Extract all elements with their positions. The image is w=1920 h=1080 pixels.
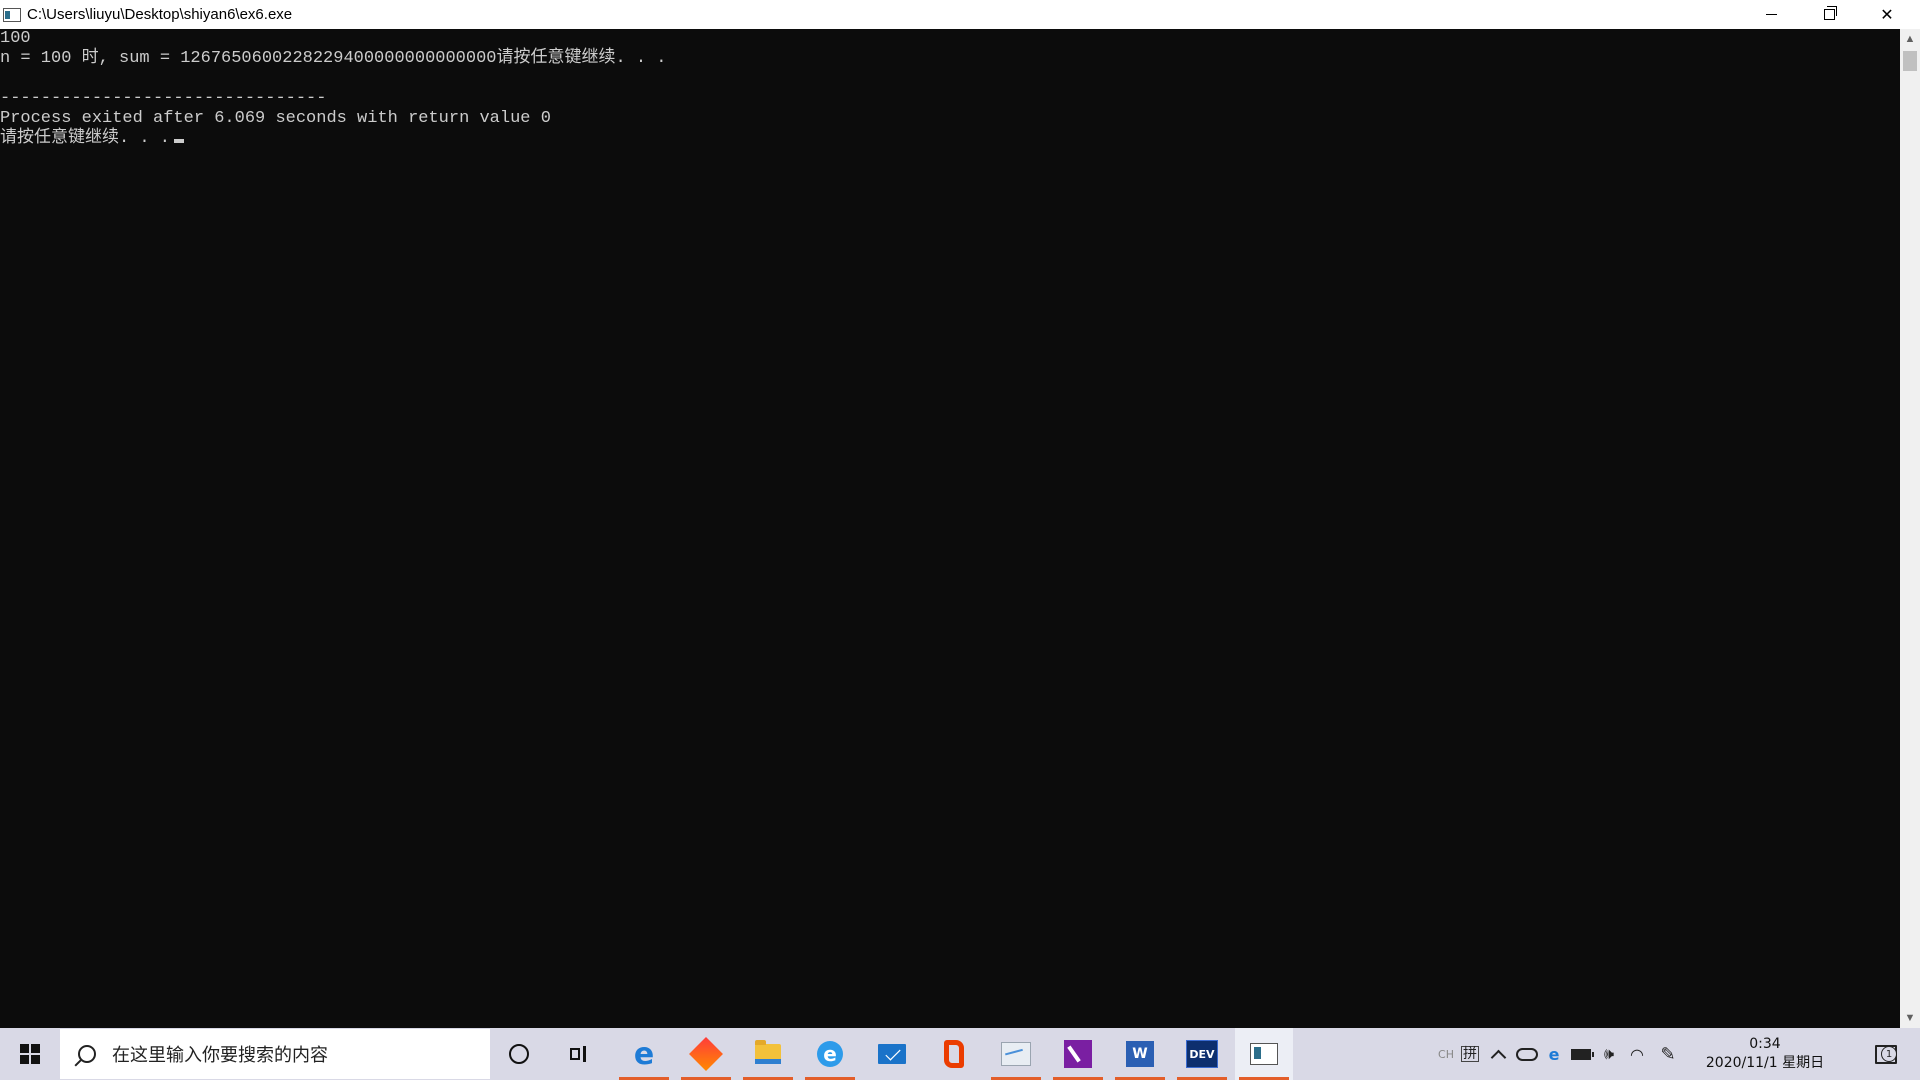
action-center-button[interactable]: 1 bbox=[1861, 1028, 1911, 1080]
restore-icon bbox=[1823, 6, 1837, 20]
clock-time: 0:34 bbox=[1749, 1036, 1781, 1052]
console-line-6: 请按任意键继续. . . bbox=[0, 129, 185, 149]
window-title-bar[interactable]: C:\Users\liuyu\Desktop\shiyan6\ex6.exe ✕ bbox=[0, 0, 1920, 30]
task-view-icon bbox=[570, 1046, 588, 1062]
scroll-up-button[interactable]: ▲ bbox=[1900, 29, 1920, 49]
cortana-icon bbox=[509, 1044, 529, 1064]
vertical-scrollbar[interactable]: ▲ ▼ bbox=[1900, 29, 1920, 1028]
mail-icon bbox=[878, 1044, 906, 1064]
start-button[interactable] bbox=[0, 1028, 60, 1080]
devcpp-icon: DEV bbox=[1186, 1040, 1218, 1068]
close-button[interactable]: ✕ bbox=[1858, 0, 1916, 29]
word-icon: W bbox=[1126, 1041, 1154, 1067]
search-placeholder: 在这里输入你要搜索的内容 bbox=[112, 1045, 328, 1066]
cortana-button[interactable] bbox=[490, 1028, 548, 1080]
taskbar-app-devcpp[interactable]: DEV bbox=[1173, 1028, 1231, 1080]
ime-mode-indicator[interactable]: 拼 bbox=[1457, 1028, 1483, 1080]
cloud-icon bbox=[1516, 1047, 1538, 1061]
text-cursor bbox=[174, 139, 185, 143]
taskbar-app-file-explorer[interactable] bbox=[739, 1028, 797, 1080]
taskbar-app-rdm[interactable] bbox=[677, 1028, 735, 1080]
console-line-1: 100 bbox=[0, 29, 31, 48]
taskbar-app-onenote[interactable] bbox=[1049, 1028, 1107, 1080]
taskbar-app-office[interactable] bbox=[925, 1028, 983, 1080]
taskbar-app-word[interactable]: W bbox=[1111, 1028, 1169, 1080]
minimize-icon bbox=[1765, 14, 1777, 15]
taskbar-search-box[interactable]: 在这里输入你要搜索的内容 bbox=[60, 1029, 490, 1079]
battery-icon bbox=[1571, 1048, 1594, 1060]
notification-count-badge: 1 bbox=[1881, 1046, 1897, 1062]
pen-icon: ✎ bbox=[1660, 1043, 1676, 1065]
console-line-4: -------------------------------- bbox=[0, 89, 327, 108]
console-window-icon bbox=[1250, 1043, 1278, 1065]
console-app-icon bbox=[3, 7, 21, 22]
taskbar-app-paint[interactable] bbox=[987, 1028, 1045, 1080]
office-icon bbox=[944, 1040, 964, 1068]
volume-button[interactable]: 🕪 bbox=[1595, 1028, 1623, 1080]
console-line-2: n = 100 时, sum = 12676506002282294000000… bbox=[0, 49, 667, 68]
ie-icon: e bbox=[817, 1041, 843, 1067]
restore-button[interactable] bbox=[1800, 0, 1858, 29]
clock-button[interactable]: 0:34 2020/11/1 星期日 bbox=[1690, 1028, 1840, 1080]
taskbar-app-mail[interactable] bbox=[863, 1028, 921, 1080]
edge-icon: e bbox=[633, 1036, 655, 1072]
chevron-up-icon: ▲ bbox=[1904, 33, 1916, 45]
wifi-icon: ◠ bbox=[1630, 1044, 1644, 1064]
taskbar-app-edge[interactable]: e bbox=[615, 1028, 673, 1080]
ime-mode-label: 拼 bbox=[1461, 1046, 1479, 1062]
chevron-down-icon: ▼ bbox=[1904, 1012, 1916, 1024]
taskbar-app-ie[interactable]: e bbox=[801, 1028, 859, 1080]
window-title: C:\Users\liuyu\Desktop\shiyan6\ex6.exe bbox=[27, 6, 293, 23]
network-button[interactable]: ◠ bbox=[1623, 1028, 1651, 1080]
close-icon: ✕ bbox=[1880, 6, 1894, 24]
search-icon bbox=[78, 1045, 96, 1063]
console-output[interactable]: 100 n = 100 时, sum = 1267650600228229400… bbox=[0, 29, 1900, 1028]
volume-icon: 🕪 bbox=[1603, 1044, 1615, 1063]
scroll-down-button[interactable]: ▼ bbox=[1900, 1008, 1920, 1028]
console-prompt-text: 请按任意键继续. . . bbox=[0, 129, 171, 148]
scroll-thumb[interactable] bbox=[1903, 51, 1917, 71]
browser-tray-icon: e bbox=[1548, 1044, 1560, 1064]
minimize-button[interactable] bbox=[1742, 0, 1800, 29]
windows-ink-button[interactable]: ✎ bbox=[1653, 1028, 1683, 1080]
rdm-icon bbox=[689, 1037, 723, 1071]
chevron-up-icon bbox=[1490, 1049, 1506, 1065]
onenote-icon bbox=[1064, 1040, 1092, 1068]
console-line-5: Process exited after 6.069 seconds with … bbox=[0, 109, 551, 128]
system-tray: CH 拼 e 🕪 ◠ ✎ 0:34 2020/11/1 星期日 1 bbox=[1435, 1028, 1920, 1080]
clock-date: 2020/11/1 星期日 bbox=[1705, 1055, 1825, 1071]
onedrive-button[interactable] bbox=[1513, 1028, 1541, 1080]
taskbar: 在这里输入你要搜索的内容 e e W DEV CH 拼 e 🕪 ◠ ✎ 0:34… bbox=[0, 1028, 1920, 1080]
ime-language-indicator[interactable]: CH bbox=[1435, 1028, 1457, 1080]
task-view-button[interactable] bbox=[550, 1028, 608, 1080]
tray-browser-button[interactable]: e bbox=[1542, 1028, 1566, 1080]
battery-button[interactable] bbox=[1567, 1028, 1595, 1080]
taskbar-app-console[interactable] bbox=[1235, 1028, 1293, 1080]
show-hidden-icons-button[interactable] bbox=[1485, 1028, 1511, 1080]
paint-icon bbox=[1001, 1042, 1031, 1066]
windows-logo-icon bbox=[20, 1044, 40, 1064]
file-explorer-icon bbox=[755, 1040, 781, 1064]
